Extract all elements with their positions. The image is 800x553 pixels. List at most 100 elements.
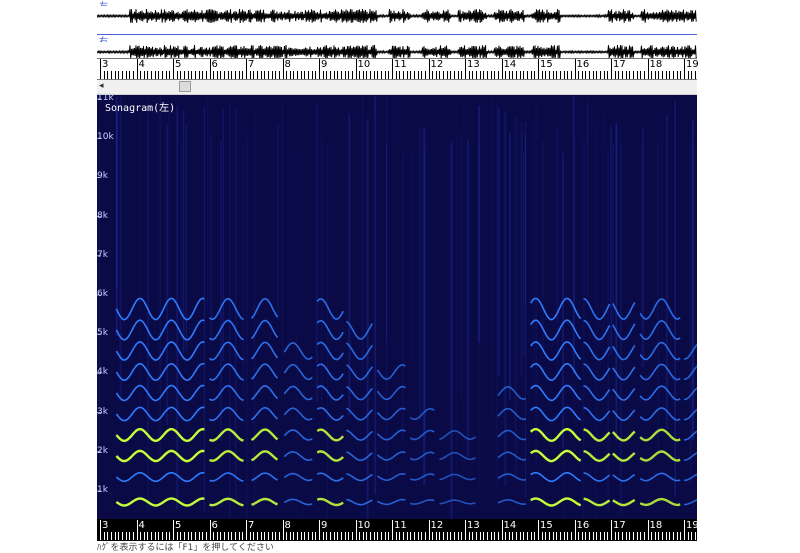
ruler-tick	[461, 532, 463, 540]
ruler-tick	[169, 71, 171, 79]
ruler-label: 12	[430, 59, 444, 70]
ruler-tick	[311, 71, 313, 79]
ruler-tick	[173, 59, 174, 79]
noise-streak	[642, 127, 644, 368]
ruler-tick	[194, 71, 196, 79]
ruler-tick	[618, 532, 620, 540]
ruler-tick	[439, 71, 441, 79]
noise-streak	[520, 121, 523, 376]
waveform-path	[97, 8, 697, 23]
ruler-label: 6	[211, 520, 218, 531]
noise-streak	[185, 124, 187, 350]
ruler-tick	[457, 532, 459, 540]
ruler-tick	[468, 532, 470, 540]
ruler-label: 4	[138, 520, 145, 531]
ruler-tick	[136, 520, 138, 540]
noise-streak	[542, 139, 544, 355]
ruler-tick	[143, 71, 145, 79]
ruler-tick	[103, 71, 105, 79]
ruler-tick	[355, 520, 357, 540]
ruler-label: 17	[613, 520, 626, 531]
ruler-tick	[530, 532, 532, 540]
ruler-tick	[399, 532, 401, 540]
ruler-tick	[176, 532, 178, 540]
ruler-label: 11	[394, 520, 407, 531]
ruler-tick	[684, 520, 685, 540]
ruler-tick	[589, 532, 591, 540]
ruler-label: 16	[576, 520, 590, 531]
ruler-tick	[578, 71, 580, 79]
ruler-tick	[183, 71, 185, 79]
ruler-tick	[676, 532, 678, 540]
ruler-label: 11	[394, 59, 407, 70]
ruler-tick	[278, 532, 280, 540]
ruler-label: 19	[686, 520, 699, 531]
noise-streak	[467, 139, 469, 458]
ruler-tick	[658, 532, 660, 540]
ruler-tick	[224, 71, 226, 79]
ruler-tick	[213, 71, 215, 79]
scroll-thumb[interactable]	[179, 81, 191, 92]
ruler-tick	[143, 532, 145, 540]
ruler-tick	[548, 532, 550, 540]
ruler-tick	[322, 71, 324, 79]
ruler-tick	[194, 532, 196, 540]
horizontal-scrollbar[interactable]: ◂	[97, 80, 697, 95]
ruler-tick	[147, 532, 149, 540]
noise-streak	[220, 141, 222, 442]
ruler-tick	[209, 520, 211, 540]
ruler-tick	[366, 71, 368, 79]
ruler-tick	[282, 59, 284, 79]
noise-streak	[450, 141, 453, 520]
ruler-tick	[260, 71, 262, 79]
ruler-tick	[468, 71, 470, 79]
spectrogram-panel[interactable]: Sonagram(左) 11k 10k 9k 8k 7k 6k 5k 4k 3k 2k 1k	[97, 93, 699, 553]
ruler-tick	[570, 71, 572, 79]
ruler-tick	[395, 532, 397, 540]
ruler-tick	[220, 532, 222, 540]
time-ruler-top[interactable]: 3 4 5 6 7 8 9 10 11 12 13 14 15 16 17 18 19	[97, 58, 699, 80]
ruler-tick	[340, 71, 342, 79]
noise-streak	[159, 96, 161, 461]
ruler-tick	[516, 71, 518, 79]
time-ruler-bottom[interactable]: 3 4 5 6 7 8 9 10 11 12 13 14 15 16 17 18 19	[97, 519, 699, 541]
ruler-tick	[432, 532, 434, 540]
ruler-tick	[687, 532, 689, 540]
ruler-tick	[191, 71, 193, 79]
ruler-tick	[249, 71, 251, 79]
noise-streak	[315, 104, 318, 403]
ruler-tick	[669, 532, 671, 540]
ruler-tick	[585, 532, 587, 540]
noise-streak	[492, 99, 493, 419]
ruler-tick	[556, 532, 558, 540]
ruler-tick	[614, 532, 616, 540]
ruler-label: 5	[175, 520, 182, 531]
ruler-tick	[472, 532, 474, 540]
ruler-tick	[614, 71, 616, 79]
noise-streak	[666, 114, 668, 430]
ruler-tick	[198, 532, 200, 540]
ruler-tick	[264, 532, 266, 540]
ruler-tick	[508, 532, 510, 540]
ruler-tick	[651, 532, 653, 540]
noise-streak	[146, 98, 149, 511]
ruler-tick	[158, 532, 160, 540]
noise-streak	[168, 106, 170, 301]
ruler-tick	[632, 532, 634, 540]
ruler-tick	[235, 71, 237, 79]
ruler-tick	[457, 71, 459, 79]
frequency-label: 4k	[97, 367, 108, 378]
noise-streak	[657, 140, 659, 450]
scroll-left-icon[interactable]: ◂	[99, 81, 104, 91]
ruler-tick	[110, 532, 112, 540]
ruler-tick	[479, 71, 481, 79]
ruler-tick	[421, 532, 423, 540]
spectrogram-graphic	[97, 95, 699, 553]
ruler-label: 13	[467, 59, 480, 70]
left-waveform[interactable]	[97, 6, 697, 28]
ruler-tick	[607, 532, 609, 540]
frequency-label: 1k	[97, 485, 108, 495]
ruler-label: 7	[248, 520, 255, 531]
ruler-tick	[238, 532, 240, 540]
ruler-tick	[125, 71, 127, 79]
